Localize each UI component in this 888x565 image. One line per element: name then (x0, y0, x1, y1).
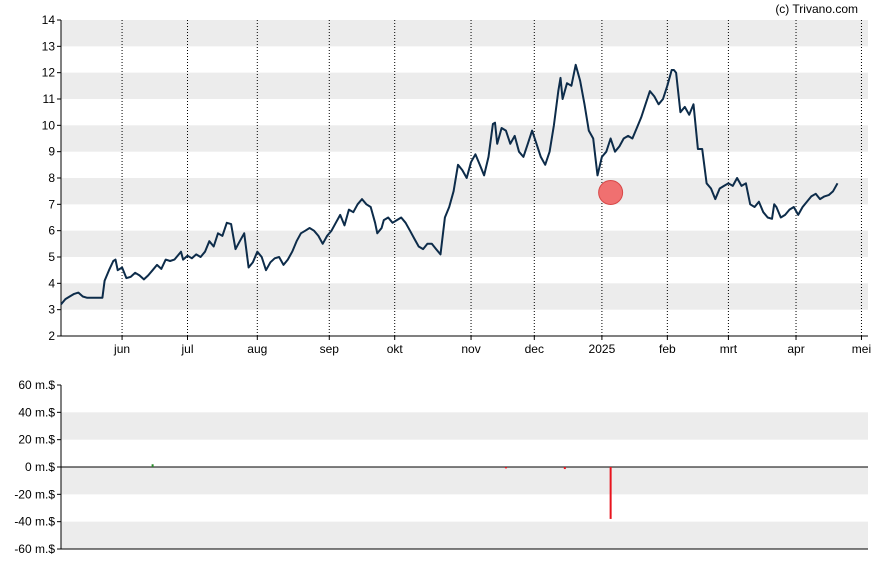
y-tick-label: 12 (42, 66, 56, 80)
y-tick-label: 4 (48, 276, 55, 290)
y-tick-label: 11 (43, 92, 56, 106)
y-tick-label: 0 m.$ (25, 460, 55, 474)
x-tick-label: apr (787, 342, 804, 356)
y-tick-label: 3 (48, 303, 55, 317)
x-tick-label: jun (113, 342, 130, 356)
y-tick-label: 8 (48, 171, 55, 185)
y-tick-label: 60 m.$ (18, 378, 55, 392)
grid-band (61, 20, 868, 47)
x-tick-label: aug (247, 342, 267, 356)
x-tick-label: okt (387, 342, 404, 356)
y-tick-label: 6 (48, 224, 55, 238)
x-tick-label: sep (320, 342, 340, 356)
y-tick-label: -20 m.$ (14, 487, 55, 501)
y-tick-label: 7 (48, 197, 55, 211)
y-tick-label: -40 m.$ (14, 515, 55, 529)
x-tick-label: feb (659, 342, 676, 356)
grid-band (61, 72, 868, 99)
grid-band (61, 412, 868, 440)
x-tick-label: mrt (720, 342, 738, 356)
y-tick-label: 14 (42, 13, 56, 27)
grid-band (61, 283, 868, 310)
grid-band (61, 521, 868, 549)
x-tick-label: mei (852, 342, 871, 356)
x-tick-label: dec (525, 342, 544, 356)
grid-band (61, 467, 868, 495)
y-tick-label: 5 (48, 250, 55, 264)
y-tick-label: 10 (42, 118, 56, 132)
x-tick-label: 2025 (589, 342, 616, 356)
y-tick-label: 9 (48, 145, 55, 159)
x-tick-label: jul (180, 342, 193, 356)
x-tick-label: nov (461, 342, 480, 356)
event-marker (598, 179, 624, 205)
y-tick-label: 2 (48, 329, 55, 343)
y-tick-label: -60 m.$ (14, 542, 55, 556)
y-tick-label: 20 m.$ (18, 433, 55, 447)
price-chart: 2 3 4 5 6 7 8 9 10 11 12 13 14 jun jul aug sep okt nov dec 2… (42, 13, 871, 356)
y-tick-label: 40 m.$ (18, 405, 55, 419)
y-tick-label: 13 (42, 39, 56, 53)
grid-band (61, 125, 868, 152)
